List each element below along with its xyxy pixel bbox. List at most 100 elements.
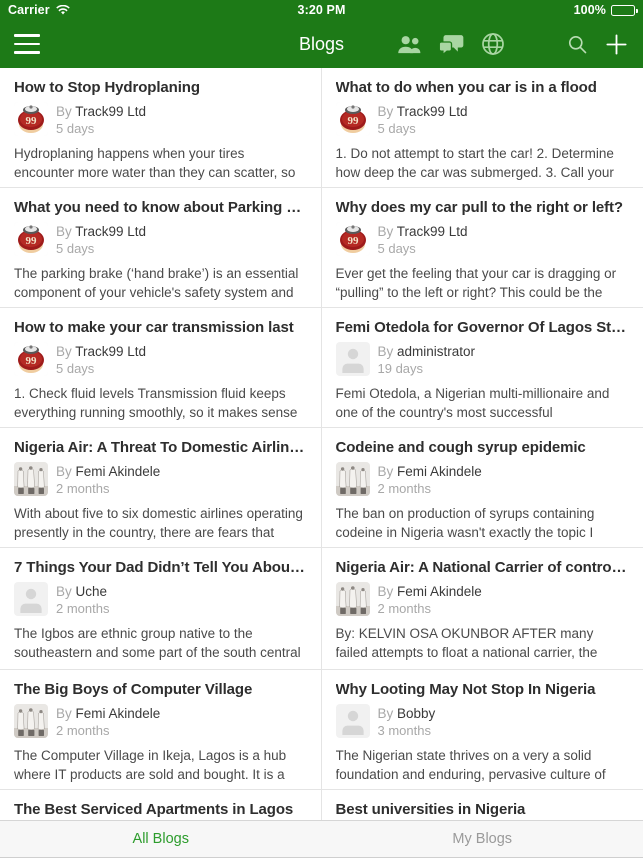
blog-card[interactable]: Nigeria Air: A National Carrier of contr… (321, 548, 643, 669)
by-label: By (56, 224, 76, 239)
blog-card-meta: By Uche 2 months (14, 582, 307, 618)
blog-card-title: How to Stop Hydroplaning (14, 79, 200, 96)
author-name: Track99 Ltd (396, 104, 468, 119)
track99-logo-avatar: 99 (14, 102, 48, 136)
blog-card-timestamp: 5 days (56, 361, 95, 376)
author-name: Femi Akindele (397, 584, 482, 599)
blog-card-author: By Track99 Ltd (378, 103, 468, 120)
blog-card-title: Nigeria Air: A Threat To Domestic Airlin… (14, 439, 307, 456)
blog-card[interactable]: Codeine and cough syrup epidemic By Femi … (321, 428, 643, 547)
blog-card[interactable]: Nigeria Air: A Threat To Domestic Airlin… (0, 428, 322, 547)
blog-card-author: By Track99 Ltd (378, 223, 468, 240)
globe-icon[interactable] (481, 32, 505, 56)
blog-card-timestamp: 3 months (377, 723, 431, 738)
blog-card-meta: 99 By Track99 Ltd 5 days (335, 102, 630, 138)
search-icon[interactable] (567, 34, 588, 55)
blog-card-title: The Best Serviced Apartments in Lagos (14, 801, 294, 818)
blog-card-meta: 99 By Track99 Ltd 5 days (14, 222, 307, 258)
status-bar-time: 3:20 PM (297, 3, 346, 17)
tab-all-blogs[interactable]: All Blogs (0, 821, 322, 857)
blog-card-meta: By Bobby 3 months (335, 704, 630, 740)
track99-logo-avatar: 99 (14, 342, 48, 376)
default-person-avatar (14, 582, 48, 616)
blog-card-title: What you need to know about Parking Br… (14, 199, 307, 216)
blog-card-timestamp: 5 days (377, 241, 416, 256)
blog-card[interactable]: How to make your car transmission last 99… (0, 308, 322, 427)
blog-card[interactable]: How to Stop Hydroplaning 99 By Track99 Ltd… (0, 68, 322, 187)
blog-card-excerpt: 1. Check fluid levels Transmission fluid… (14, 386, 298, 420)
blog-card-meta-text: By Track99 Ltd 5 days (378, 222, 468, 257)
hamburger-line (14, 51, 40, 54)
blog-card[interactable]: Femi Otedola for Governor Of Lagos State… (321, 308, 643, 427)
by-label: By (377, 706, 398, 721)
author-name: Femi Akindele (397, 464, 482, 479)
blog-card-excerpt: Hydroplaning happens when your tires enc… (14, 146, 296, 180)
page-title: Blogs (298, 33, 345, 54)
blog-card[interactable]: What you need to know about Parking Br… 9… (0, 188, 322, 307)
blog-card-excerpt: The Nigerian state thrives on a very a s… (335, 748, 606, 782)
blog-card-excerpt: The parking brake (‘hand brake’) is an e… (14, 266, 299, 300)
hamburger-menu-icon[interactable] (14, 34, 40, 54)
blog-card-row: 7 Things Your Dad Didn’t Tell You About … (0, 548, 643, 670)
statues-photo-avatar (335, 462, 370, 496)
blog-card-title: How to make your car transmission last (14, 319, 294, 336)
blog-card-timestamp: 5 days (377, 121, 416, 136)
blog-card[interactable]: Why Looting May Not Stop In Nigeria By Bo… (321, 670, 643, 789)
blog-card-row: Nigeria Air: A Threat To Domestic Airlin… (0, 428, 643, 548)
track99-logo-avatar: 99 (335, 222, 370, 256)
contacts-people-icon[interactable] (397, 34, 422, 55)
app-root: Carrier 3:20 PM 100% Blogs How to Stop H… (0, 0, 643, 858)
author-name: Uche (75, 584, 108, 599)
blog-card-meta: By administrator 19 days (335, 342, 630, 378)
blog-card[interactable]: 7 Things Your Dad Didn’t Tell You About … (0, 548, 322, 669)
author-name: Bobby (397, 706, 436, 721)
blog-card[interactable]: Best universities in NigeriaBy Bobby (321, 790, 643, 820)
by-label: By (377, 344, 398, 359)
status-bar-right: 100% (574, 3, 638, 17)
blog-card-excerpt: By: KELVIN OSA OKUNBOR AFTER many failed… (335, 626, 598, 660)
track99-logo-avatar: 99 (14, 102, 48, 136)
statues-photo-avatar (14, 462, 48, 496)
by-label: By (56, 584, 76, 599)
chat-bubbles-icon[interactable] (439, 34, 464, 55)
blog-card-timestamp: 2 months (56, 481, 110, 496)
blog-card-author: By Bobby (378, 705, 436, 722)
default-person-avatar (335, 704, 370, 738)
blog-card-row: How to make your car transmission last 99… (0, 308, 643, 428)
blog-card-author: By administrator (378, 343, 476, 360)
track99-logo-avatar: 99 (335, 102, 370, 136)
author-name: Track99 Ltd (75, 344, 147, 359)
blog-card-meta-text: By Track99 Ltd 5 days (56, 222, 146, 257)
by-label: By (56, 464, 76, 479)
svg-text:99: 99 (26, 235, 38, 247)
blog-card-title: Femi Otedola for Governor Of Lagos State (335, 319, 630, 336)
statues-photo-avatar (335, 582, 370, 616)
svg-text:99: 99 (347, 235, 359, 247)
default-person-avatar (14, 582, 48, 616)
blog-card-meta-text: By Femi Akindele 2 months (56, 462, 160, 497)
track99-logo-avatar: 99 (14, 342, 48, 376)
track99-logo-avatar: 99 (14, 222, 48, 256)
blog-card-meta-text: By Track99 Ltd 5 days (56, 342, 146, 377)
blog-card-excerpt: Ever get the feeling that your car is dr… (335, 266, 617, 300)
carrier-label: Carrier (8, 3, 50, 17)
blog-card-excerpt: Femi Otedola, a Nigerian multi-millionai… (335, 386, 610, 420)
blog-card-author: By Track99 Ltd (56, 343, 146, 360)
author-name: Track99 Ltd (75, 104, 147, 119)
blog-card-timestamp: 2 months (377, 601, 431, 616)
blog-card[interactable]: The Best Serviced Apartments in LagosBy … (0, 790, 322, 820)
author-name: administrator (397, 344, 476, 359)
plus-icon[interactable] (604, 32, 629, 57)
author-name: Femi Akindele (75, 706, 161, 721)
tab-my-blogs[interactable]: My Blogs (322, 821, 643, 857)
blog-card[interactable]: The Big Boys of Computer Village By Femi … (0, 670, 322, 789)
statues-photo-avatar (14, 462, 48, 496)
blog-card-title: Codeine and cough syrup epidemic (335, 439, 586, 456)
blog-card-excerpt: 1. Do not attempt to start the car! 2. D… (335, 146, 614, 180)
statues-photo-avatar (14, 704, 48, 738)
blog-card[interactable]: Why does my car pull to the right or lef… (321, 188, 643, 307)
statues-photo-avatar (335, 462, 370, 496)
blog-card-author: By Uche (56, 583, 109, 600)
blog-card[interactable]: What to do when you car is in a flood 99 B… (321, 68, 643, 187)
blog-card-grid[interactable]: How to Stop Hydroplaning 99 By Track99 Ltd… (0, 68, 643, 820)
